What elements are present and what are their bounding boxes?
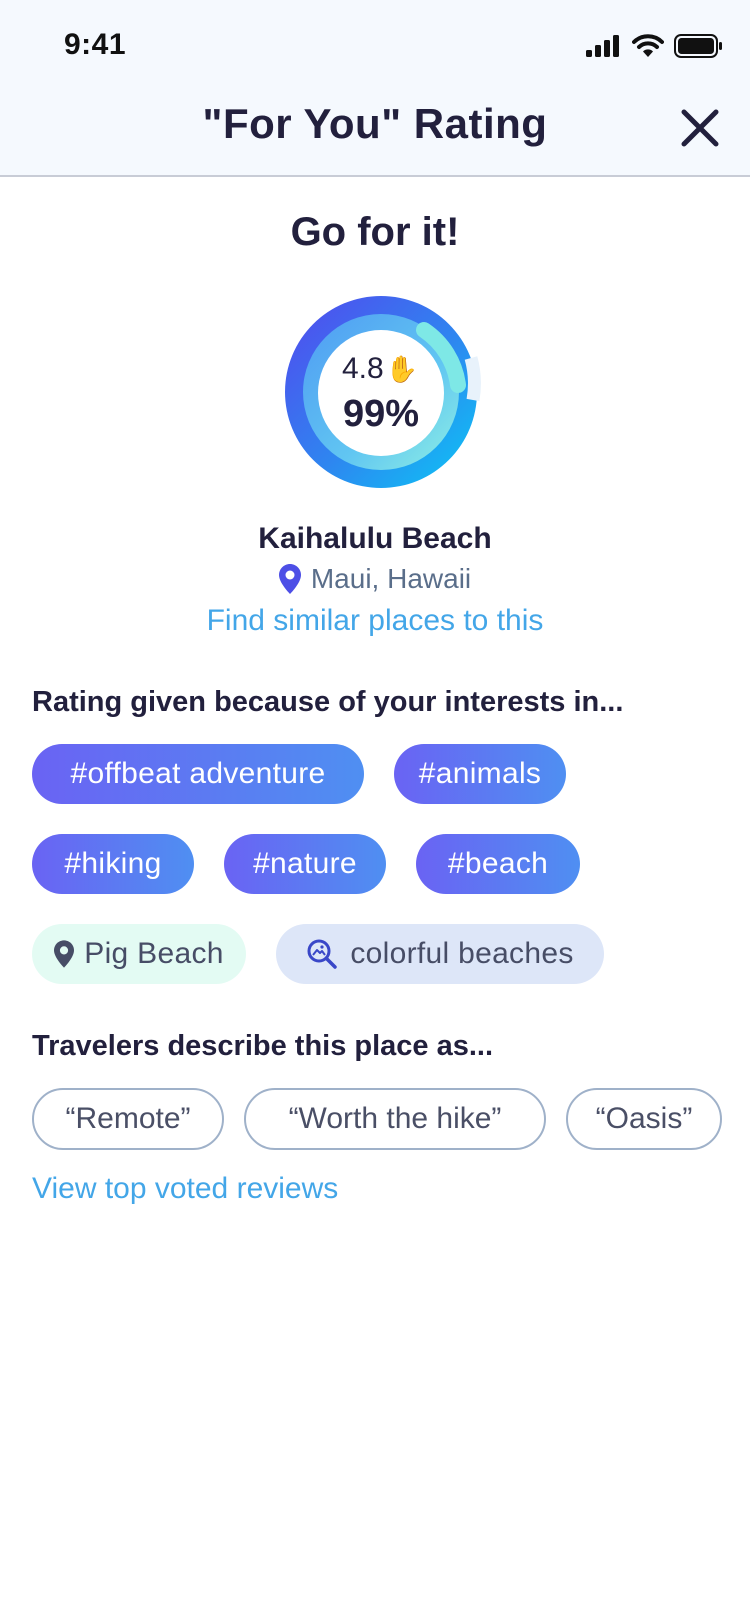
page-title: "For You" Rating [202, 100, 548, 147]
interest-tag-offbeat-adventure[interactable]: #offbeat adventure [32, 744, 364, 804]
descriptions-heading: Travelers describe this place as... [32, 1030, 494, 1062]
place-name: Kaihalulu Beach [258, 522, 492, 555]
description-chip-oasis[interactable]: “Oasis” [566, 1088, 722, 1150]
close-icon [681, 109, 719, 147]
interest-tag-nature[interactable]: #nature [224, 834, 386, 894]
place-location: Maui, Hawaii [0, 563, 750, 595]
place-chip-label: Pig Beach [84, 937, 224, 970]
battery-icon [674, 34, 722, 63]
rating-verdict: Go for it! [290, 210, 460, 254]
view-reviews-link[interactable]: View top voted reviews [32, 1172, 338, 1206]
rating-percent: 99% [342, 393, 420, 435]
status-time: 9:41 [64, 28, 127, 61]
search-chip[interactable]: colorful beaches [276, 924, 604, 984]
interests-heading: Rating given because of your interests i… [32, 686, 624, 718]
image-search-icon [307, 939, 338, 969]
description-chip-worth-the-hike[interactable]: “Worth the hike” [244, 1088, 546, 1150]
top-bar: 9:41 "For You" Rating [0, 0, 750, 177]
cellular-signal-icon [586, 35, 622, 62]
clapping-hands-icon: ✋ [385, 354, 419, 384]
find-similar-link[interactable]: Find similar places to this [0, 604, 750, 638]
interest-tag-hiking[interactable]: #hiking [32, 834, 194, 894]
search-chip-label: colorful beaches [350, 937, 574, 970]
status-icons [586, 34, 722, 63]
description-chip-remote[interactable]: “Remote” [32, 1088, 224, 1150]
wifi-icon [632, 34, 664, 63]
rating-score: 4.8✋ [330, 352, 430, 386]
place-chip[interactable]: Pig Beach [32, 924, 246, 984]
close-button[interactable] [676, 104, 724, 152]
interest-tag-animals[interactable]: #animals [394, 744, 566, 804]
map-pin-icon [278, 564, 301, 594]
map-pin-icon [54, 940, 75, 968]
place-location-text: Maui, Hawaii [310, 563, 472, 594]
interest-tag-beach[interactable]: #beach [416, 834, 580, 894]
rating-score-value: 4.8 [341, 352, 384, 385]
